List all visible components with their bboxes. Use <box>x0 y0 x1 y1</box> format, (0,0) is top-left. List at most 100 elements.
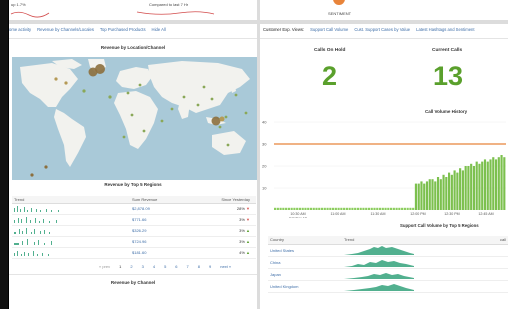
col-sum-revenue[interactable]: Sum Revenue <box>130 196 200 204</box>
pager-page-3[interactable]: 3 <box>142 264 144 269</box>
current-calls-value: 13 <box>433 61 464 91</box>
col-country[interactable]: Country <box>268 236 342 245</box>
revenue-value[interactable]: $2,878.09 <box>130 203 200 215</box>
volume-bar <box>345 207 348 210</box>
table-row[interactable]: $181.60 4% ▲ <box>12 247 256 259</box>
change-value: 3% ▼ <box>200 214 256 226</box>
volume-bar <box>453 170 456 210</box>
volume-bar <box>351 207 354 210</box>
pager-next[interactable]: next » <box>220 264 231 269</box>
volume-bar <box>475 161 478 210</box>
table-row[interactable]: $771.66 3% ▼ <box>12 214 256 226</box>
tab-hashtags-sentiment[interactable]: Latest Hashtags and Sentiment <box>416 27 474 37</box>
country-name[interactable]: Japan <box>268 268 342 281</box>
table-row[interactable]: $724.96 3% ▲ <box>12 236 256 248</box>
volume-bar <box>398 207 401 210</box>
volume-bar <box>378 207 382 210</box>
volume-bar <box>309 207 313 210</box>
volume-bar <box>362 207 365 210</box>
pager-page-2[interactable]: 2 <box>130 264 132 269</box>
world-map-graphic <box>20 59 250 177</box>
up-arrow-icon: ▲ <box>246 250 250 255</box>
volume-bar <box>318 207 321 210</box>
col-trend[interactable]: Trend <box>342 236 482 245</box>
pager-page-1[interactable]: 1 <box>119 264 121 269</box>
volume-bar <box>459 168 462 210</box>
tab-home-activity[interactable]: ome activity <box>9 27 31 37</box>
left-panel: ome activity Revenue by Channels/Locales… <box>9 24 257 309</box>
volume-bar <box>492 157 495 210</box>
pager-page-5[interactable]: 5 <box>164 264 166 269</box>
support-title: Support Call Volume by Top 5 Regions <box>400 223 479 228</box>
x-tick-label: 12:30 PM <box>444 212 459 216</box>
calls-on-hold-label: Calls On Hold <box>314 48 346 53</box>
volume-bar <box>367 207 371 210</box>
volume-bar <box>392 207 395 210</box>
table-row[interactable]: United Kingdom <box>268 280 508 293</box>
stat-squiggles <box>10 11 215 18</box>
tab-hide-all[interactable]: Hide All <box>152 27 166 37</box>
volume-bar <box>326 207 329 210</box>
volume-bar <box>376 207 379 210</box>
volume-bar <box>332 207 335 210</box>
summary-strip-right: SENTIMENT <box>260 0 508 20</box>
down-arrow-icon: ▼ <box>246 217 250 222</box>
revenue-value[interactable]: $181.60 <box>130 247 200 259</box>
country-name[interactable]: United Kingdom <box>268 280 342 293</box>
pagination: « prev 1 2 3 4 5 6 7 8 9 next » <box>99 264 231 269</box>
revenue-value[interactable]: $326.29 <box>130 225 200 237</box>
change-text: 4% <box>239 250 245 255</box>
volume-bar <box>420 181 423 210</box>
country-name[interactable]: United States <box>268 244 342 257</box>
trend-sparkline <box>342 268 482 281</box>
tab-support-cases[interactable]: Cust. Support Cases by Value <box>354 27 410 37</box>
tab-revenue-channels[interactable]: Revenue by Channels/Locales <box>37 27 94 37</box>
regions-title: Revenue by Top 5 Regions <box>104 182 162 187</box>
col-call[interactable]: call <box>482 236 508 245</box>
volume-bar <box>503 157 506 210</box>
pager-page-9[interactable]: 9 <box>209 264 211 269</box>
pager-page-6[interactable]: 6 <box>175 264 177 269</box>
volume-bar <box>301 207 304 210</box>
volume-bar <box>315 207 318 210</box>
volume-bar <box>387 207 390 210</box>
map-bubble[interactable] <box>211 116 221 126</box>
table-row[interactable]: Japan <box>268 268 508 281</box>
col-trend[interactable]: Trend <box>12 196 130 204</box>
pager-prev[interactable]: « prev <box>99 264 110 269</box>
pager-page-7[interactable]: 7 <box>187 264 189 269</box>
table-row[interactable]: China <box>268 256 508 269</box>
pager-page-4[interactable]: 4 <box>153 264 155 269</box>
tabs-divider <box>9 38 257 39</box>
volume-bar <box>409 207 412 210</box>
tab-support-call-volume[interactable]: Support Call Volume <box>310 27 348 37</box>
change-text: 3% <box>239 228 245 233</box>
volume-bar <box>285 207 288 210</box>
country-name[interactable]: China <box>268 256 342 269</box>
volume-bar <box>461 170 464 210</box>
volume-bar <box>481 161 484 210</box>
revenue-value[interactable]: $724.96 <box>130 236 200 248</box>
volume-bar <box>381 207 384 210</box>
world-map[interactable] <box>12 57 257 180</box>
trend-sparkline <box>12 236 130 248</box>
change-text: 28% <box>236 206 245 211</box>
map-bubble[interactable] <box>95 64 105 74</box>
table-row[interactable]: $2,878.09 28% ▼ <box>12 203 256 215</box>
col-since-yesterday[interactable]: Since Yesterday <box>200 196 256 204</box>
stat-b: Compared to last 7 Hr <box>149 2 189 7</box>
trend-sparkline <box>12 247 130 259</box>
right-tabs: Customer Exp. Views: Support Call Volume… <box>263 27 508 37</box>
volume-bar <box>483 159 487 210</box>
revenue-value[interactable]: $771.66 <box>130 214 200 226</box>
calls-on-hold-value: 2 <box>322 61 338 91</box>
tab-top-products[interactable]: Top Purchased Products <box>100 27 146 37</box>
call-volume-chart[interactable]: 40302010 10:30 AMSat Nov 19201111:00 AM1… <box>260 118 508 218</box>
volume-bar <box>439 179 442 210</box>
volume-bar <box>434 181 437 210</box>
change-value: 28% ▼ <box>200 203 256 215</box>
pager-page-8[interactable]: 8 <box>198 264 200 269</box>
table-row[interactable]: $326.29 3% ▲ <box>12 225 256 237</box>
change-text: 3% <box>239 239 245 244</box>
table-row[interactable]: United States <box>268 244 508 257</box>
